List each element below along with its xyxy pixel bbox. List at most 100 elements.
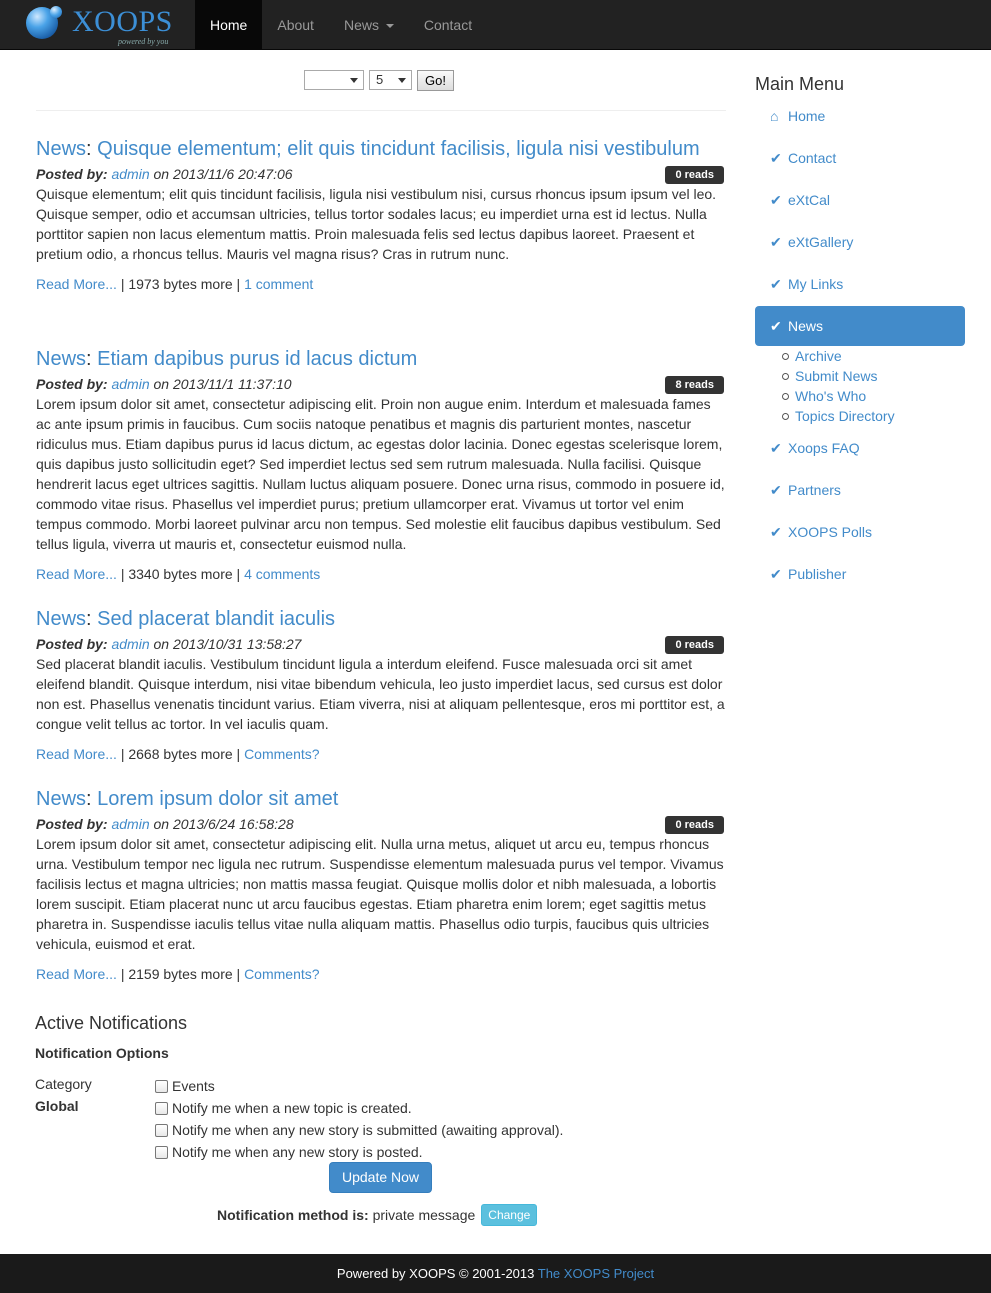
sidebar-item-partners[interactable]: ✔ Partners	[755, 470, 965, 510]
submenu-whos-who[interactable]: Who's Who	[779, 386, 895, 406]
article-topic-link[interactable]: News	[36, 608, 86, 630]
sidebar-item-xoops-polls[interactable]: ✔ XOOPS Polls	[755, 512, 965, 552]
article-title-link[interactable]: Sed placerat blandit iaculis	[97, 608, 335, 630]
article-meta: Posted by: admin on 2013/6/24 16:58:28 0 …	[36, 814, 726, 834]
reads-badge: 0 reads	[665, 636, 724, 654]
article-topic-link[interactable]: News	[36, 348, 86, 370]
article-topic-link[interactable]: News	[36, 138, 86, 160]
submenu-archive[interactable]: Archive	[779, 346, 895, 366]
submenu-submit-news[interactable]: Submit News	[779, 366, 895, 386]
article: News: Etiam dapibus purus id lacus dictu…	[36, 344, 726, 584]
sidebar-item-extgallery[interactable]: ✔ eXtGallery	[755, 222, 965, 262]
read-more-link[interactable]: Read More...	[36, 746, 117, 762]
topic-select[interactable]	[304, 70, 364, 90]
article-body: Lorem ipsum dolor sit amet, consectetur …	[36, 836, 724, 952]
reads-badge: 0 reads	[665, 166, 724, 184]
main-nav: Home About News Contact	[195, 0, 487, 50]
check-icon: ✔	[770, 566, 782, 582]
article-title-link[interactable]: Quisque elementum; elit quis tincidunt f…	[97, 138, 700, 160]
sidebar-item-news[interactable]: ✔ News	[755, 306, 965, 346]
article-title-link[interactable]: Lorem ipsum dolor sit amet	[97, 788, 338, 810]
article-meta: Posted by: admin on 2013/11/1 11:37:10 8 …	[36, 374, 726, 394]
article-footer: Read More... | 2159 bytes more | Comment…	[36, 964, 726, 984]
article-body: Lorem ipsum dolor sit amet, consectetur …	[36, 396, 725, 552]
check-icon: ✔	[770, 440, 782, 456]
comments-link[interactable]: 4 comments	[244, 566, 320, 582]
footer-text: Powered by XOOPS © 2001-2013	[336, 1266, 538, 1281]
sidebar-item-label: XOOPS Polls	[788, 524, 873, 540]
sidebar-title: Main Menu	[755, 74, 845, 94]
count-select[interactable]: 5	[369, 70, 412, 90]
brand-logo[interactable]: XOOPS powered by you	[24, 4, 184, 46]
checkbox[interactable]	[155, 1079, 168, 1093]
comments-link[interactable]: Comments?	[244, 746, 319, 762]
checkbox[interactable]	[155, 1145, 168, 1159]
sidebar-item-extcal[interactable]: ✔ eXtCal	[755, 180, 965, 220]
article-footer: Read More... | 2668 bytes more | Comment…	[36, 744, 726, 764]
article-topic-link[interactable]: News	[36, 788, 86, 810]
article-footer: Read More... | 3340 bytes more | 4 comme…	[36, 564, 726, 584]
read-more-link[interactable]: Read More...	[36, 276, 117, 292]
notification-options-heading: Notification Options	[35, 1045, 169, 1061]
article-title: News: Etiam dapibus purus id lacus dictu…	[36, 344, 726, 374]
top-navbar: XOOPS powered by you Home About News Con…	[0, 0, 991, 50]
bytes-more: | 2668 bytes more |	[116, 746, 245, 762]
global-label: Global	[35, 1098, 79, 1114]
brand-tagline: powered by you	[118, 37, 169, 46]
read-more-link[interactable]: Read More...	[36, 566, 117, 582]
article-meta: Posted by: admin on 2013/10/31 13:58:27 0…	[36, 634, 726, 654]
author-link[interactable]: admin	[111, 166, 149, 182]
post-date: on 2013/11/6 20:47:06	[153, 166, 293, 182]
author-link[interactable]: admin	[111, 816, 149, 832]
sidebar-item-label: Contact	[788, 150, 837, 166]
option-story-submitted[interactable]: Notify me when any new story is submitte…	[155, 1120, 563, 1140]
notifications-heading: Active Notifications	[35, 1013, 188, 1033]
nav-about[interactable]: About	[262, 0, 329, 50]
check-icon: ✔	[770, 276, 782, 292]
nav-news[interactable]: News	[329, 0, 409, 50]
comments-link[interactable]: 1 comment	[244, 276, 313, 292]
go-button[interactable]: Go!	[417, 70, 454, 91]
check-icon: ✔	[770, 524, 782, 540]
article-title: News: Quisque elementum; elit quis tinci…	[36, 134, 726, 164]
bytes-more: | 3340 bytes more |	[116, 566, 245, 582]
option-label: Notify me when a new topic is created.	[172, 1100, 412, 1116]
title-colon: :	[86, 788, 98, 810]
option-events[interactable]: Events	[155, 1076, 215, 1096]
check-icon: ✔	[770, 150, 782, 166]
change-button[interactable]: Change	[481, 1204, 538, 1226]
divider	[36, 110, 726, 111]
sidebar-item-label: My Links	[788, 276, 844, 292]
sidebar-item-my-links[interactable]: ✔ My Links	[755, 264, 965, 304]
title-colon: :	[86, 138, 98, 160]
author-link[interactable]: admin	[111, 636, 149, 652]
checkbox[interactable]	[155, 1101, 168, 1115]
option-label: Notify me when any new story is posted.	[172, 1144, 423, 1160]
reads-badge: 0 reads	[665, 816, 724, 834]
comments-link[interactable]: Comments?	[244, 966, 319, 982]
author-link[interactable]: admin	[111, 376, 149, 392]
footer-link[interactable]: The XOOPS Project	[538, 1266, 654, 1281]
submenu-topics-directory[interactable]: Topics Directory	[779, 406, 895, 426]
sidebar-item-contact[interactable]: ✔ Contact	[755, 138, 965, 178]
article: News: Lorem ipsum dolor sit amet Posted …	[36, 784, 726, 984]
read-more-link[interactable]: Read More...	[36, 966, 117, 982]
title-colon: :	[86, 348, 98, 370]
option-story-posted[interactable]: Notify me when any new story is posted.	[155, 1142, 423, 1162]
sidebar-item-home[interactable]: ⌂ Home	[755, 96, 965, 136]
option-new-topic[interactable]: Notify me when a new topic is created.	[155, 1098, 412, 1118]
sidebar-item-label: eXtCal	[788, 192, 831, 208]
caret-down-icon	[385, 24, 394, 29]
sidebar-item-label: Publisher	[788, 566, 847, 582]
option-label: Notify me when any new story is submitte…	[172, 1122, 564, 1138]
nav-contact[interactable]: Contact	[409, 0, 487, 50]
sidebar-item-publisher[interactable]: ✔ Publisher	[755, 554, 965, 594]
update-now-button[interactable]: Update Now	[329, 1162, 433, 1193]
nav-home[interactable]: Home	[195, 0, 263, 50]
sidebar-item-xoops-faq[interactable]: ✔ Xoops FAQ	[755, 428, 965, 468]
checkbox[interactable]	[155, 1123, 168, 1137]
article-title-link[interactable]: Etiam dapibus purus id lacus dictum	[97, 348, 417, 370]
check-icon: ✔	[770, 192, 782, 208]
posted-by-label: Posted by:	[36, 376, 108, 392]
method-label: Notification method is:	[217, 1207, 369, 1223]
